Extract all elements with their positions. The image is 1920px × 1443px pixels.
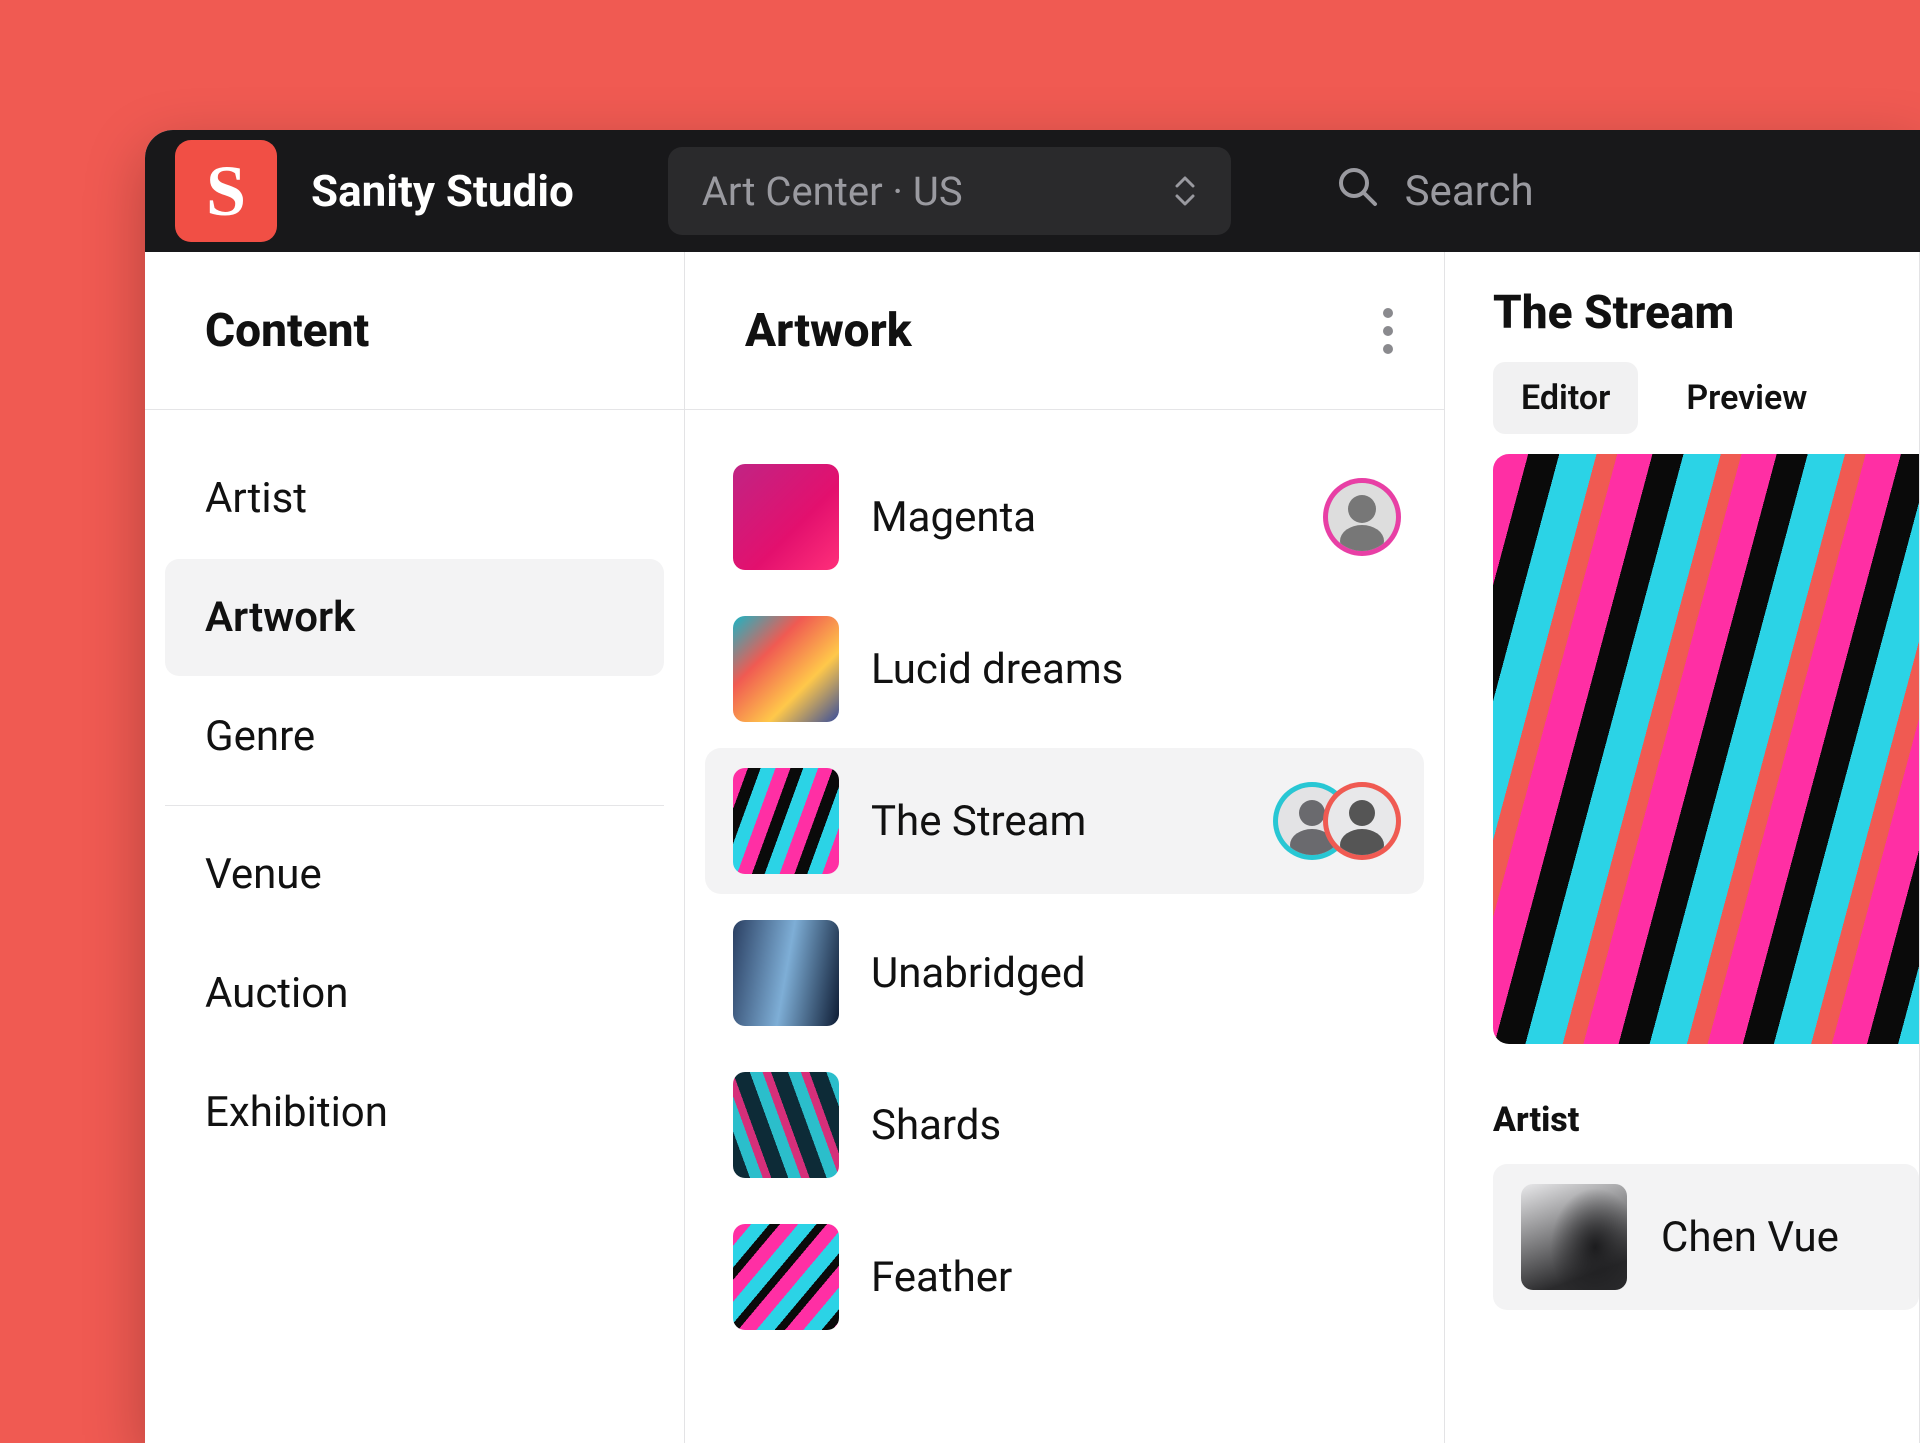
artist-reference-card[interactable]: Chen Vue — [1493, 1164, 1919, 1310]
more-vertical-icon — [1382, 307, 1394, 355]
document-title: The Stream — [1493, 286, 1871, 340]
artwork-thumbnail — [733, 768, 839, 874]
presence-avatar[interactable] — [1328, 483, 1396, 551]
app-title: Sanity Studio — [311, 165, 574, 217]
sidebar-separator — [165, 805, 664, 806]
artwork-thumbnail — [733, 616, 839, 722]
tab-preview[interactable]: Preview — [1658, 362, 1835, 434]
artwork-item-label: Feather — [871, 1253, 1396, 1302]
search-icon — [1335, 164, 1379, 219]
document-tabs: Editor Preview — [1493, 362, 1871, 434]
sidebar-item-label: Exhibition — [205, 1088, 388, 1137]
search-label: Search — [1405, 167, 1534, 216]
panes: Content Artist Artwork Genre Venue Aucti… — [145, 252, 1920, 1443]
tab-label: Editor — [1521, 378, 1610, 418]
artwork-item-unabridged[interactable]: Unabridged — [705, 900, 1424, 1046]
artist-name: Chen Vue — [1661, 1213, 1839, 1262]
sidebar-item-label: Artist — [205, 474, 307, 523]
artwork-item-magenta[interactable]: Magenta — [705, 444, 1424, 590]
document-header: The Stream Editor Preview — [1445, 252, 1919, 434]
artwork-item-the-stream[interactable]: The Stream — [705, 748, 1424, 894]
artwork-pane-header: Artwork — [685, 252, 1444, 410]
search-button[interactable]: Search — [1335, 164, 1534, 219]
tab-editor[interactable]: Editor — [1493, 362, 1638, 434]
content-pane-title-label: Content — [205, 304, 369, 358]
artwork-item-label: Shards — [871, 1101, 1396, 1150]
sidebar-item-artist[interactable]: Artist — [165, 440, 664, 557]
sidebar-item-genre[interactable]: Genre — [165, 678, 664, 795]
artwork-item-label: Magenta — [871, 493, 1296, 542]
app-window: S Sanity Studio Art Center · US Search C… — [145, 130, 1920, 1443]
sanity-logo-letter: S — [206, 150, 246, 233]
content-pane-title: Content — [145, 252, 684, 410]
document-pane: The Stream Editor Preview Artist Chen Vu… — [1445, 252, 1920, 1443]
artist-thumbnail — [1521, 1184, 1627, 1290]
sidebar-item-label: Auction — [205, 969, 348, 1018]
artwork-item-feather[interactable]: Feather — [705, 1204, 1424, 1350]
sidebar-item-exhibition[interactable]: Exhibition — [165, 1054, 664, 1171]
sort-updown-icon — [1173, 176, 1197, 206]
artwork-thumbnail — [733, 1072, 839, 1178]
artwork-item-label: Unabridged — [871, 949, 1396, 998]
artwork-item-shards[interactable]: Shards — [705, 1052, 1424, 1198]
artwork-thumbnail — [733, 1224, 839, 1330]
artwork-pane-menu-button[interactable] — [1372, 297, 1404, 365]
artwork-item-lucid-dreams[interactable]: Lucid dreams — [705, 596, 1424, 742]
document-hero-image[interactable] — [1493, 454, 1919, 1044]
sidebar-item-artwork[interactable]: Artwork — [165, 559, 664, 676]
artwork-item-label: The Stream — [871, 797, 1246, 846]
artwork-pane-title: Artwork — [745, 304, 912, 358]
presence-avatar[interactable] — [1328, 787, 1396, 855]
artwork-thumbnail — [733, 464, 839, 570]
dataset-selector[interactable]: Art Center · US — [668, 147, 1231, 235]
artwork-pane: Artwork Magenta — [685, 252, 1445, 1443]
sanity-logo[interactable]: S — [175, 140, 277, 242]
content-pane: Content Artist Artwork Genre Venue Aucti… — [145, 252, 685, 1443]
sidebar-item-label: Genre — [205, 712, 315, 761]
document-body: Artist Chen Vue — [1445, 434, 1919, 1310]
artwork-thumbnail — [733, 920, 839, 1026]
presence-avatars — [1278, 787, 1396, 855]
artist-field-label: Artist — [1493, 1100, 1919, 1140]
presence-avatars — [1328, 483, 1396, 551]
artwork-item-label: Lucid dreams — [871, 645, 1396, 694]
sidebar-item-label: Artwork — [205, 593, 355, 642]
topbar: S Sanity Studio Art Center · US Search — [145, 130, 1920, 252]
tab-label: Preview — [1686, 378, 1807, 418]
sidebar-item-auction[interactable]: Auction — [165, 935, 664, 1052]
sidebar-item-venue[interactable]: Venue — [165, 816, 664, 933]
content-list: Artist Artwork Genre Venue Auction Exhib… — [145, 410, 684, 1443]
dataset-selector-label: Art Center · US — [702, 168, 963, 215]
artwork-list: Magenta Lucid dreams The Stream — [685, 410, 1444, 1443]
sidebar-item-label: Venue — [205, 850, 322, 899]
